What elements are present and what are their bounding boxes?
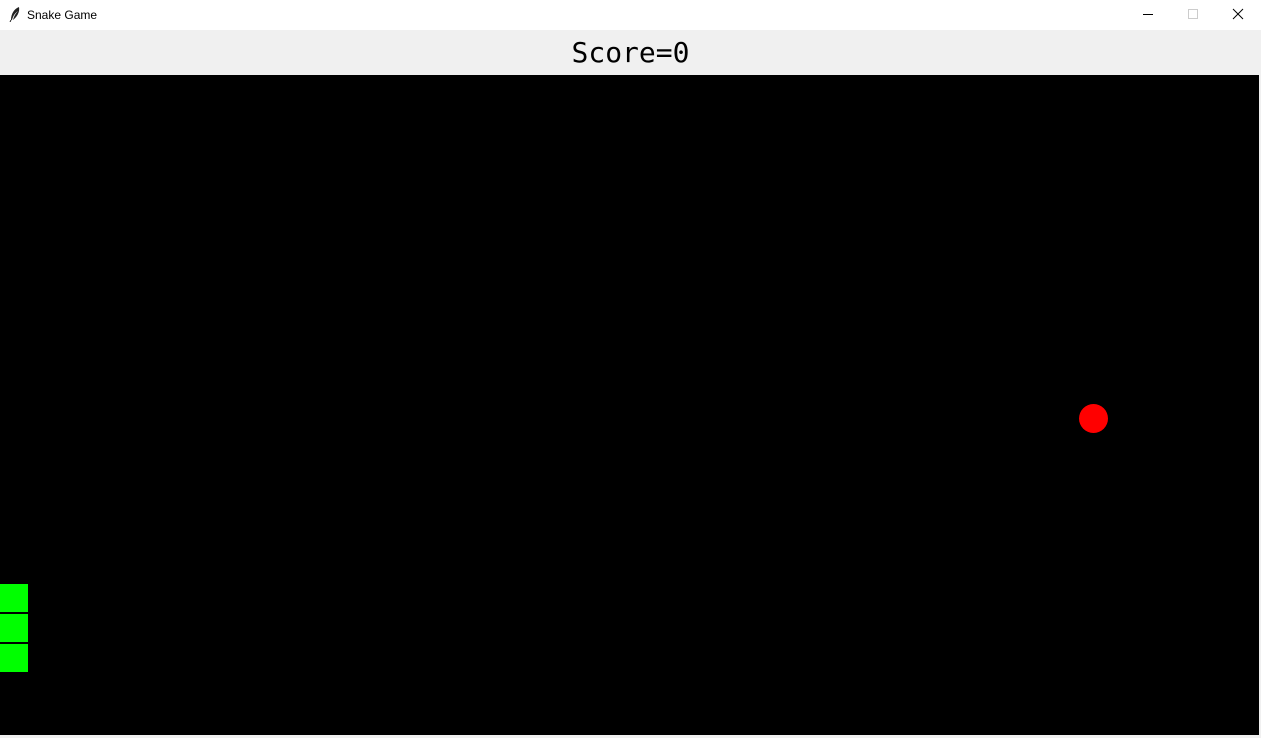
maximize-button[interactable] [1170, 0, 1216, 29]
snake-segment [0, 584, 28, 613]
snake-segment [0, 644, 28, 673]
close-button[interactable] [1215, 0, 1261, 29]
game-window: Snake Game Score=0 [0, 0, 1261, 738]
title-bar[interactable]: Snake Game [0, 0, 1261, 30]
snake-segment [0, 614, 28, 643]
minimize-button[interactable] [1125, 0, 1171, 29]
score-header: Score=0 [0, 30, 1261, 75]
maximize-icon [1187, 5, 1199, 24]
score-label: Score=0 [571, 36, 690, 69]
game-canvas[interactable] [0, 75, 1259, 735]
feather-icon [8, 6, 22, 23]
food-apple [1079, 404, 1108, 433]
close-icon [1232, 5, 1244, 24]
window-title: Snake Game [27, 8, 98, 22]
minimize-icon [1142, 5, 1154, 24]
